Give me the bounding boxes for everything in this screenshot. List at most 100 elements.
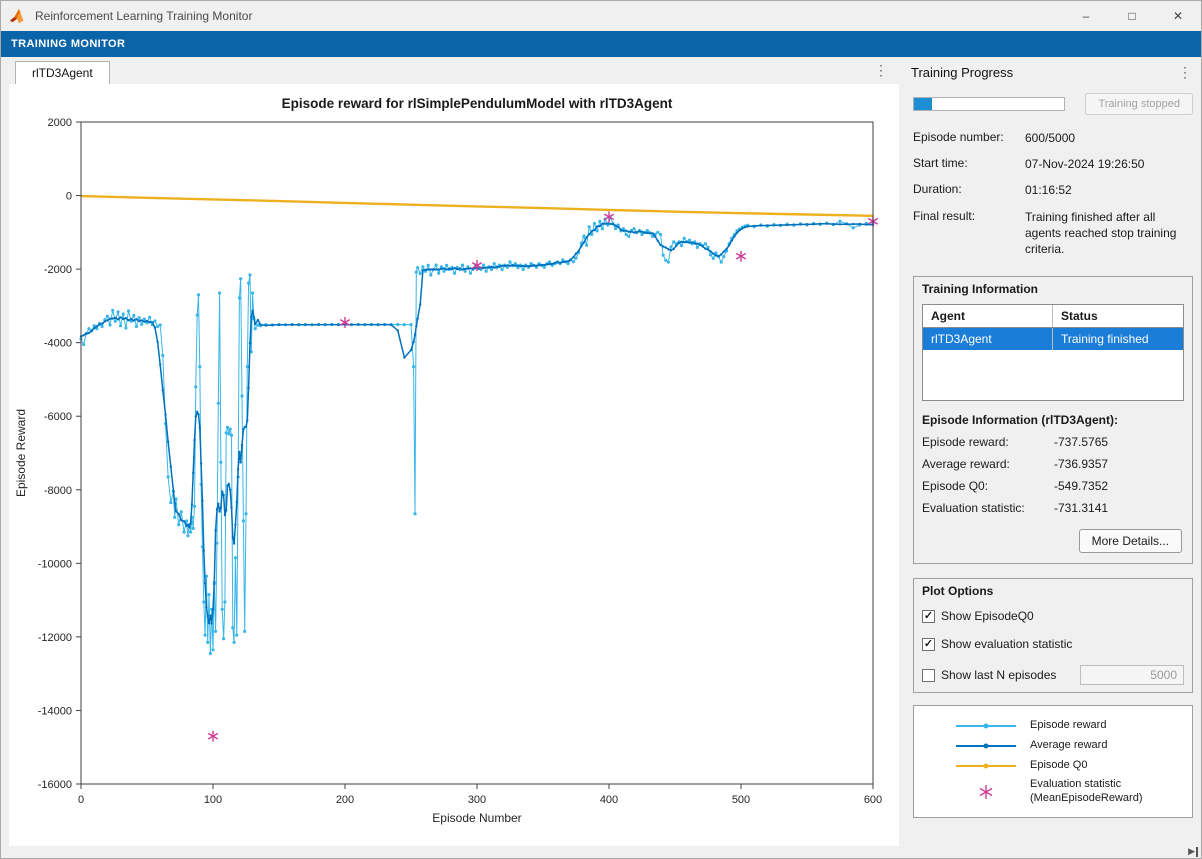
stat-label: Episode reward: bbox=[922, 435, 1054, 449]
close-button[interactable]: ✕ bbox=[1155, 1, 1201, 31]
svg-text:300: 300 bbox=[468, 794, 486, 806]
svg-text:400: 400 bbox=[600, 794, 618, 806]
y-axis-label: Episode Reward bbox=[14, 409, 28, 497]
option-label: Show evaluation statistic bbox=[941, 637, 1072, 651]
option-label: Show EpisodeQ0 bbox=[941, 609, 1034, 623]
tab-actions-menu-icon[interactable]: ⋮ bbox=[873, 62, 889, 79]
tab-rltd3agent[interactable]: rlTD3Agent bbox=[15, 61, 110, 84]
legend-label: Evaluation statistic (MeanEpisodeReward) bbox=[1030, 778, 1143, 806]
show-last-n-episodes-checkbox[interactable] bbox=[922, 669, 935, 682]
tab-training-monitor[interactable]: TRAINING MONITOR bbox=[11, 38, 125, 50]
training-progress-header: Training Progress ⋮ bbox=[907, 59, 1199, 85]
stat-label: Evaluation statistic: bbox=[922, 501, 1054, 515]
stat-value: -549.7352 bbox=[1054, 479, 1108, 493]
episode-q0-line-swatch bbox=[956, 765, 1016, 767]
stat-evaluation-statistic: Evaluation statistic: -731.3141 bbox=[914, 497, 1192, 519]
progress-row: Training stopped bbox=[913, 93, 1193, 115]
training-progress-panel: Training Progress ⋮ Training stopped Epi… bbox=[907, 59, 1199, 849]
legend-episode-q0: Episode Q0 bbox=[914, 756, 1192, 776]
field-duration: Duration: 01:16:52 bbox=[907, 177, 1199, 203]
stat-value: -737.5765 bbox=[1054, 435, 1108, 449]
cell-status: Training finished bbox=[1053, 328, 1183, 350]
maximize-button[interactable]: □ bbox=[1109, 1, 1155, 31]
training-progress-bar bbox=[913, 97, 1065, 111]
field-start-time: Start time: 07-Nov-2024 19:26:50 bbox=[907, 151, 1199, 177]
minimize-button[interactable]: – bbox=[1063, 1, 1109, 31]
progress-fields: Episode number: 600/5000 Start time: 07-… bbox=[907, 125, 1199, 262]
legend-episode-reward: Episode reward bbox=[914, 716, 1192, 736]
legend-label: Average reward bbox=[1030, 739, 1107, 753]
stat-label: Average reward: bbox=[922, 457, 1054, 471]
episode-information-title: Episode Information (rlTD3Agent): bbox=[914, 401, 1192, 431]
matlab-logo-icon bbox=[9, 8, 27, 24]
svg-text:600: 600 bbox=[864, 794, 882, 806]
more-details-button[interactable]: More Details... bbox=[1079, 529, 1182, 553]
column-header-status: Status bbox=[1053, 305, 1183, 327]
title-bar: Reinforcement Learning Training Monitor … bbox=[1, 1, 1201, 31]
legend-average-reward: Average reward bbox=[914, 736, 1192, 756]
training-stopped-button[interactable]: Training stopped bbox=[1085, 93, 1193, 115]
training-information-title: Training Information bbox=[914, 277, 1192, 300]
show-evaluation-statistic-checkbox[interactable]: ✓ bbox=[922, 638, 935, 651]
field-final-result: Final result: Training finished after al… bbox=[907, 204, 1199, 263]
svg-text:200: 200 bbox=[336, 794, 354, 806]
field-value: 600/5000 bbox=[1025, 130, 1193, 146]
x-axis-label: Episode Number bbox=[432, 811, 521, 825]
stat-episode-q0: Episode Q0: -549.7352 bbox=[914, 475, 1192, 497]
option-show-episodeq0[interactable]: ✓ Show EpisodeQ0 bbox=[914, 602, 1192, 630]
field-label: Start time: bbox=[913, 156, 1025, 172]
field-episode-number: Episode number: 600/5000 bbox=[907, 125, 1199, 151]
svg-text:0: 0 bbox=[66, 191, 72, 203]
field-label: Final result: bbox=[913, 209, 1025, 258]
stat-value: -736.9357 bbox=[1054, 457, 1108, 471]
stat-episode-reward: Episode reward: -737.5765 bbox=[914, 431, 1192, 453]
option-show-last-n-episodes[interactable]: Show last N episodes bbox=[914, 658, 1192, 692]
legend-evaluation-statistic: Evaluation statistic (MeanEpisodeReward) bbox=[914, 775, 1192, 809]
chart-legend: Episode reward Average reward Episode Q0… bbox=[913, 705, 1193, 818]
svg-text:-6000: -6000 bbox=[44, 411, 72, 423]
plot-options-title: Plot Options bbox=[914, 579, 1192, 602]
plot-options-panel: Plot Options ✓ Show EpisodeQ0 ✓ Show eva… bbox=[913, 578, 1193, 693]
svg-text:-8000: -8000 bbox=[44, 485, 72, 497]
document-tab-bar: rlTD3Agent ⋮ bbox=[9, 59, 899, 84]
stat-value: -731.3141 bbox=[1054, 501, 1108, 515]
field-label: Duration: bbox=[913, 182, 1025, 198]
svg-text:2000: 2000 bbox=[48, 117, 72, 129]
panel-actions-menu-icon[interactable]: ⋮ bbox=[1177, 64, 1193, 81]
svg-text:500: 500 bbox=[732, 794, 750, 806]
field-value: 07-Nov-2024 19:26:50 bbox=[1025, 156, 1193, 172]
svg-text:-4000: -4000 bbox=[44, 338, 72, 350]
stat-average-reward: Average reward: -736.9357 bbox=[914, 453, 1192, 475]
field-value: 01:16:52 bbox=[1025, 182, 1193, 198]
svg-text:-14000: -14000 bbox=[38, 705, 72, 717]
agent-status-table: Agent Status rlTD3Agent Training finishe… bbox=[922, 304, 1184, 401]
chart-panel: rlTD3Agent ⋮ 0 100 200 300 400 500 600 2000 0 -20… bbox=[9, 59, 899, 846]
training-information-panel: Training Information Agent Status rlTD3A… bbox=[913, 276, 1193, 564]
svg-text:-12000: -12000 bbox=[38, 632, 72, 644]
option-label: Show last N episodes bbox=[941, 668, 1056, 682]
svg-text:100: 100 bbox=[204, 794, 222, 806]
cell-agent: rlTD3Agent bbox=[923, 328, 1053, 350]
column-header-agent: Agent bbox=[923, 305, 1053, 327]
last-n-episodes-input[interactable] bbox=[1080, 665, 1184, 685]
field-value: Training finished after all agents reach… bbox=[1025, 209, 1193, 258]
field-label: Episode number: bbox=[913, 130, 1025, 146]
show-episodeq0-checkbox[interactable]: ✓ bbox=[922, 610, 935, 623]
toolstrip: TRAINING MONITOR bbox=[1, 31, 1201, 57]
svg-text:-2000: -2000 bbox=[44, 264, 72, 276]
average-reward-line-swatch bbox=[956, 745, 1016, 747]
training-progress-title: Training Progress bbox=[911, 65, 1013, 80]
episode-reward-line-swatch bbox=[956, 725, 1016, 727]
table-header-row: Agent Status bbox=[923, 305, 1183, 328]
training-progress-fill bbox=[914, 98, 932, 110]
table-row-rltd3agent[interactable]: rlTD3Agent Training finished bbox=[923, 328, 1183, 350]
dock-arrow-icon[interactable]: ▶ bbox=[1188, 846, 1198, 857]
legend-label: Episode reward bbox=[1030, 719, 1106, 733]
option-show-evaluation-statistic[interactable]: ✓ Show evaluation statistic bbox=[914, 630, 1192, 658]
svg-text:0: 0 bbox=[78, 794, 84, 806]
chart-title: Episode reward for rlSimplePendulumModel… bbox=[282, 96, 673, 111]
stat-label: Episode Q0: bbox=[922, 479, 1054, 493]
reward-chart-canvas: 0 100 200 300 400 500 600 2000 0 -2000 -4000 -6000 -… bbox=[9, 84, 899, 846]
svg-text:-16000: -16000 bbox=[38, 779, 72, 791]
legend-label: Episode Q0 bbox=[1030, 759, 1087, 773]
